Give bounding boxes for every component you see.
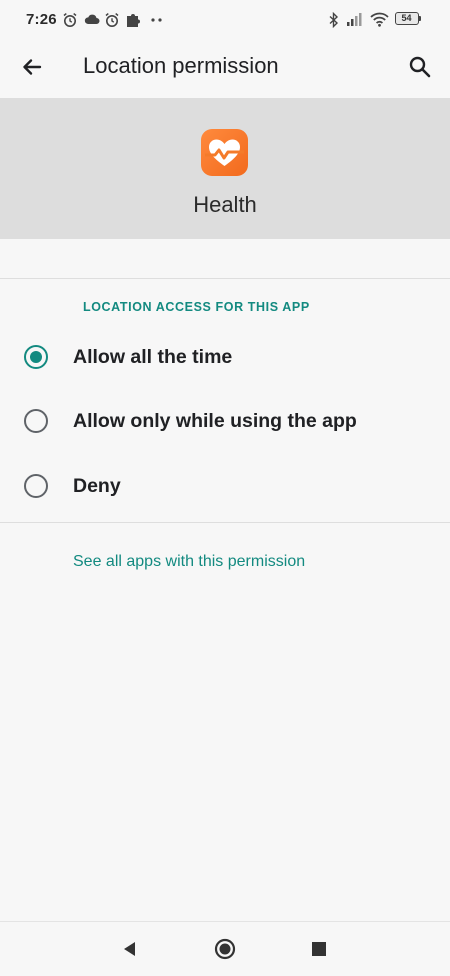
battery-icon: 54 (395, 12, 419, 25)
radio-button[interactable] (24, 409, 48, 433)
section-title: LOCATION ACCESS FOR THIS APP (83, 300, 310, 314)
app-bar: Location permission (0, 36, 450, 98)
status-time: 7:26 (26, 11, 57, 28)
radio-button-selected[interactable] (24, 345, 48, 369)
radio-allow-while-using[interactable]: Allow only while using the app (0, 390, 450, 452)
back-button[interactable] (16, 51, 48, 83)
app-name: Health (193, 192, 257, 217)
cloud-icon (84, 14, 100, 24)
alarm-icon (105, 13, 119, 27)
signal-icon (347, 13, 362, 26)
recents-square-icon[interactable] (307, 937, 331, 961)
radio-label: Deny (73, 475, 121, 497)
more-dots-icon (151, 18, 162, 22)
radio-label: Allow only while using the app (73, 410, 357, 432)
wifi-icon (370, 12, 389, 27)
divider (0, 278, 450, 279)
app-header: Health (0, 98, 450, 239)
status-bar: 7:26 54 (0, 0, 450, 36)
search-button[interactable] (404, 51, 436, 83)
navigation-bar (0, 921, 450, 976)
back-triangle-icon[interactable] (118, 937, 142, 961)
radio-button[interactable] (24, 474, 48, 498)
radio-deny[interactable]: Deny (0, 455, 450, 517)
battery-level: 54 (401, 13, 412, 23)
arrow-back-icon (23, 59, 42, 75)
home-circle-icon[interactable] (213, 937, 237, 961)
radio-allow-all-the-time[interactable]: Allow all the time (0, 326, 450, 388)
alarm-icon (63, 13, 77, 27)
page-title: Location permission (83, 53, 279, 78)
battery-tip (419, 16, 421, 21)
bluetooth-icon (329, 12, 339, 28)
divider (0, 522, 450, 523)
see-all-apps-link[interactable]: See all apps with this permission (73, 553, 305, 571)
health-heart-icon (201, 129, 248, 176)
search-icon (409, 56, 431, 78)
puzzle-icon (127, 14, 140, 27)
radio-label: Allow all the time (73, 346, 233, 368)
